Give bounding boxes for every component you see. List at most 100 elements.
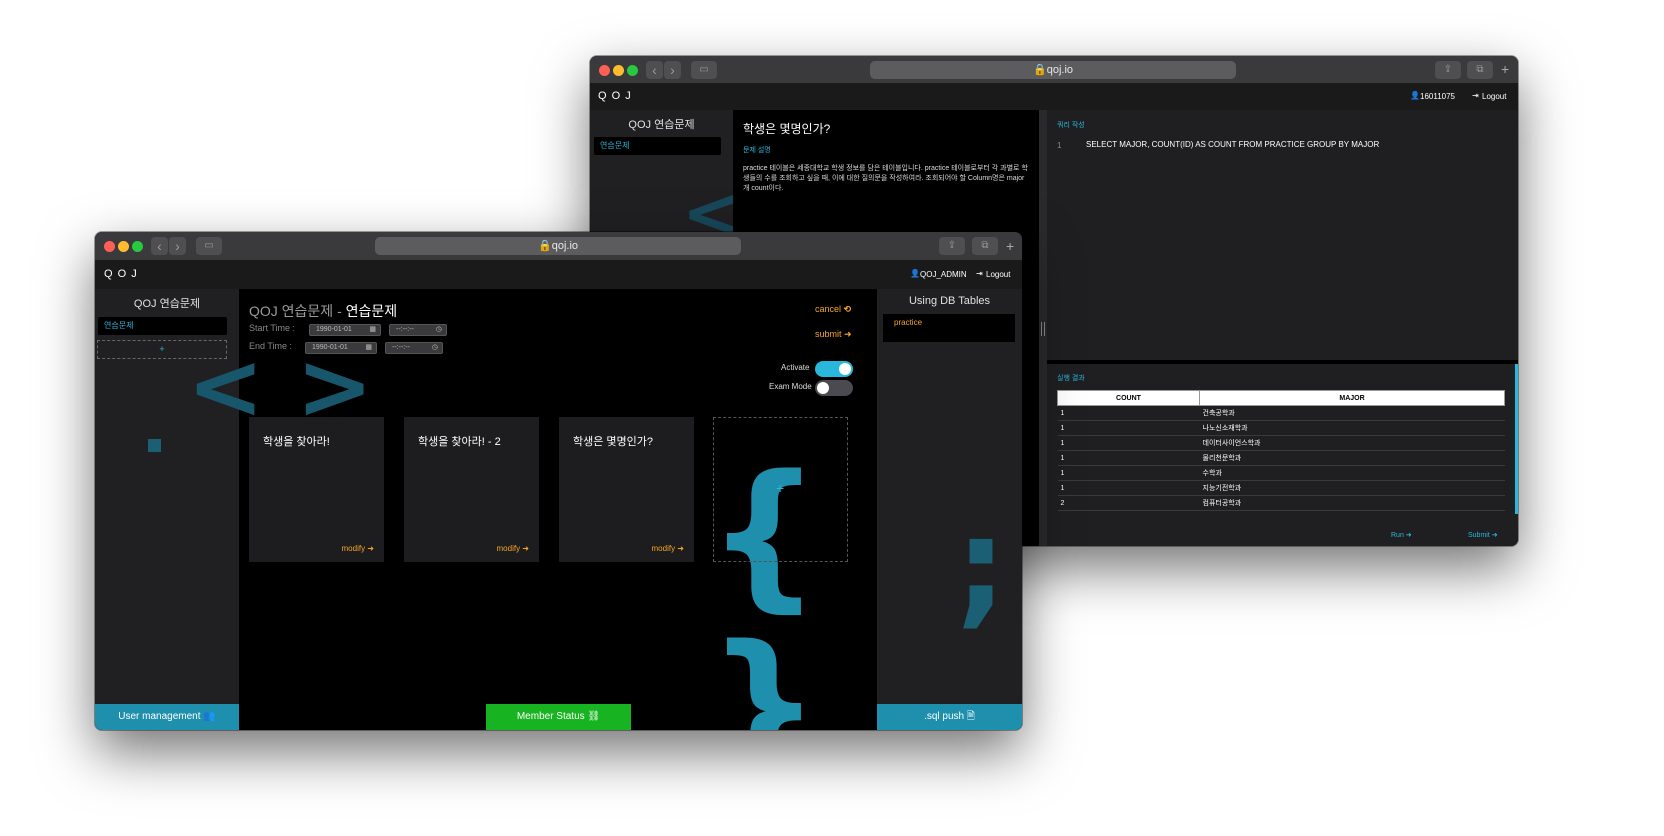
new-tab-icon[interactable]: + [1006,238,1014,254]
users-icon: 👥 [203,711,216,722]
arrow-right-icon: ➜ [844,329,852,339]
table-cell: 나노신소재학과 [1199,420,1505,436]
table-row: 1 물리천문학과 [1057,450,1505,466]
minimize-window-button[interactable] [118,241,129,252]
end-date-value: 1990-01-01 [312,344,348,351]
problem-card-title: 학생을 찾아라! [263,436,330,448]
submit-button[interactable]: submit ➜ [815,329,852,340]
db-tables-panel: Using DB Tables practice ; .sql push 🗎 [877,289,1022,730]
problem-card[interactable]: 학생은 몇명인가? modify ➜ [559,417,694,562]
username[interactable]: QOJ_ADMIN [920,270,967,279]
sql-push-label: .sql push [924,711,965,722]
problem-description: practice 테이블은 세종대학교 학생 정보를 담은 테이블입니다. pr… [743,165,1028,192]
member-status-button[interactable]: Member Status ⛓ [486,704,631,730]
col-header-major: MAJOR [1199,390,1505,406]
lock-icon: 🔒 [538,240,552,252]
problem-title: 학생은 몇명인가? [743,122,831,136]
user-management-label: User management [118,711,201,722]
query-text[interactable]: SELECT MAJOR, COUNT(ID) AS COUNT FROM PR… [1086,140,1379,149]
activate-toggle[interactable] [815,361,853,377]
table-row: 1 데이터사이언스학과 [1057,435,1505,451]
plus-icon: + [776,480,785,496]
close-window-button[interactable] [599,65,610,76]
start-time-value: --:--:-- [396,326,414,333]
main-content: < > QOJ 연습문제 - 연습문제 Start Time : 1990-01… [187,289,877,730]
url-text: qoj.io [551,240,578,252]
page-title-name[interactable]: 연습문제 [346,303,398,319]
submit-button[interactable]: Submit ➜ [1468,531,1498,539]
table-cell: 1 [1057,405,1200,421]
share-icon[interactable]: ⇪ [939,237,965,255]
start-date-value: 1990-01-01 [316,326,352,333]
table-cell: 데이터사이언스학과 [1199,435,1505,451]
new-tab-icon[interactable]: + [1501,61,1509,77]
arrow-right-icon: ➜ [677,544,684,553]
problem-desc-label: 문제 설명 [743,147,771,154]
browser-toolbar: ‹ › ▭ 🔒qoj.io ⇪ ⧉ + [95,232,1022,261]
submit-label: Submit [1468,532,1490,539]
modify-button[interactable]: modify ➜ [652,544,685,553]
end-time-input[interactable]: --:--:-- ◷ [385,342,443,354]
editor-label: 쿼리 작성 [1057,122,1085,129]
square-decoration [148,439,161,452]
forward-arrow-icon[interactable]: › [664,61,681,79]
app-header: Q O J 👤 16011075 ⇥ Logout [590,84,1518,110]
db-tables-title: Using DB Tables [908,295,991,307]
url-bar[interactable]: 🔒qoj.io [375,237,741,255]
modify-label: modify [341,544,366,553]
minimize-window-button[interactable] [613,65,624,76]
url-bar[interactable]: 🔒qoj.io [870,61,1236,79]
user-management-button[interactable]: User management 👥 [95,704,239,730]
problem-card[interactable]: 학생을 찾아라! modify ➜ [249,417,384,562]
splitter-handle[interactable] [1039,110,1047,546]
modify-button[interactable]: modify ➜ [497,544,530,553]
username[interactable]: 16011075 [1420,92,1455,101]
sidebar-toggle-icon[interactable]: ▭ [196,237,222,255]
logout-button[interactable]: Logout [1482,92,1506,101]
clock-icon[interactable]: ◷ [432,343,438,353]
undo-icon: ⟲ [843,304,852,314]
cancel-button[interactable]: cancel ⟲ [815,304,851,315]
table-row: 1 수학과 [1057,465,1505,481]
toggle-knob [839,363,851,375]
share-icon[interactable]: ⇪ [1435,61,1461,79]
tabs-icon[interactable]: ⧉ [1467,61,1493,79]
forward-arrow-icon[interactable]: › [169,237,186,255]
sidebar-toggle-icon[interactable]: ▭ [691,61,717,79]
calendar-icon[interactable]: ▦ [365,343,372,353]
back-arrow-icon[interactable]: ‹ [151,237,168,255]
problem-card[interactable]: 학생을 찾아라! - 2 modify ➜ [404,417,539,562]
run-button[interactable]: Run ➜ [1391,531,1412,539]
browser-toolbar: ‹ › ▭ 🔒qoj.io ⇪ ⧉ + [590,56,1518,84]
problem-card-title: 학생은 몇명인가? [573,436,654,448]
sidebar-title: QOJ 연습문제 [133,298,201,310]
calendar-icon[interactable]: ▦ [369,325,376,335]
close-window-button[interactable] [104,241,115,252]
lock-icon: 🔒 [1033,64,1047,76]
exam-mode-toggle[interactable] [815,380,853,396]
logout-button[interactable]: Logout [986,270,1010,279]
sidebar-item-practice[interactable]: 연습문제 [594,137,721,155]
add-problem-card[interactable]: + [713,417,848,562]
table-row: 1 지능기전학과 [1057,480,1505,496]
start-time-input[interactable]: --:--:-- ◷ [389,324,447,336]
result-panel: 실행 결과 COUNT MAJOR 1 건축공학과 1 나노신소재학과 1 데이터사이… [1047,364,1518,546]
zoom-window-button[interactable] [627,65,638,76]
zoom-window-button[interactable] [132,241,143,252]
brand-logo[interactable]: Q O J [104,268,138,280]
scrollbar[interactable] [1515,364,1518,514]
start-date-input[interactable]: 1990-01-01 ▦ [309,324,381,336]
tabs-icon[interactable]: ⧉ [972,237,998,255]
modify-button[interactable]: modify ➜ [342,544,375,553]
page-title-prefix: QOJ 연습문제 - [249,303,346,319]
sql-push-button[interactable]: .sql push 🗎 [877,704,1022,730]
user-icon: 👤 [910,269,920,278]
member-status-label: Member Status [516,711,585,722]
end-date-input[interactable]: 1990-01-01 ▦ [305,342,377,354]
back-arrow-icon[interactable]: ‹ [646,61,663,79]
db-table-item[interactable]: practice [883,314,1015,342]
clock-icon[interactable]: ◷ [436,325,442,335]
query-editor[interactable]: 쿼리 작성 1 SELECT MAJOR, COUNT(ID) AS COUNT… [1047,110,1518,360]
result-label: 실행 결과 [1057,375,1085,382]
brand-logo[interactable]: Q O J [598,90,632,102]
